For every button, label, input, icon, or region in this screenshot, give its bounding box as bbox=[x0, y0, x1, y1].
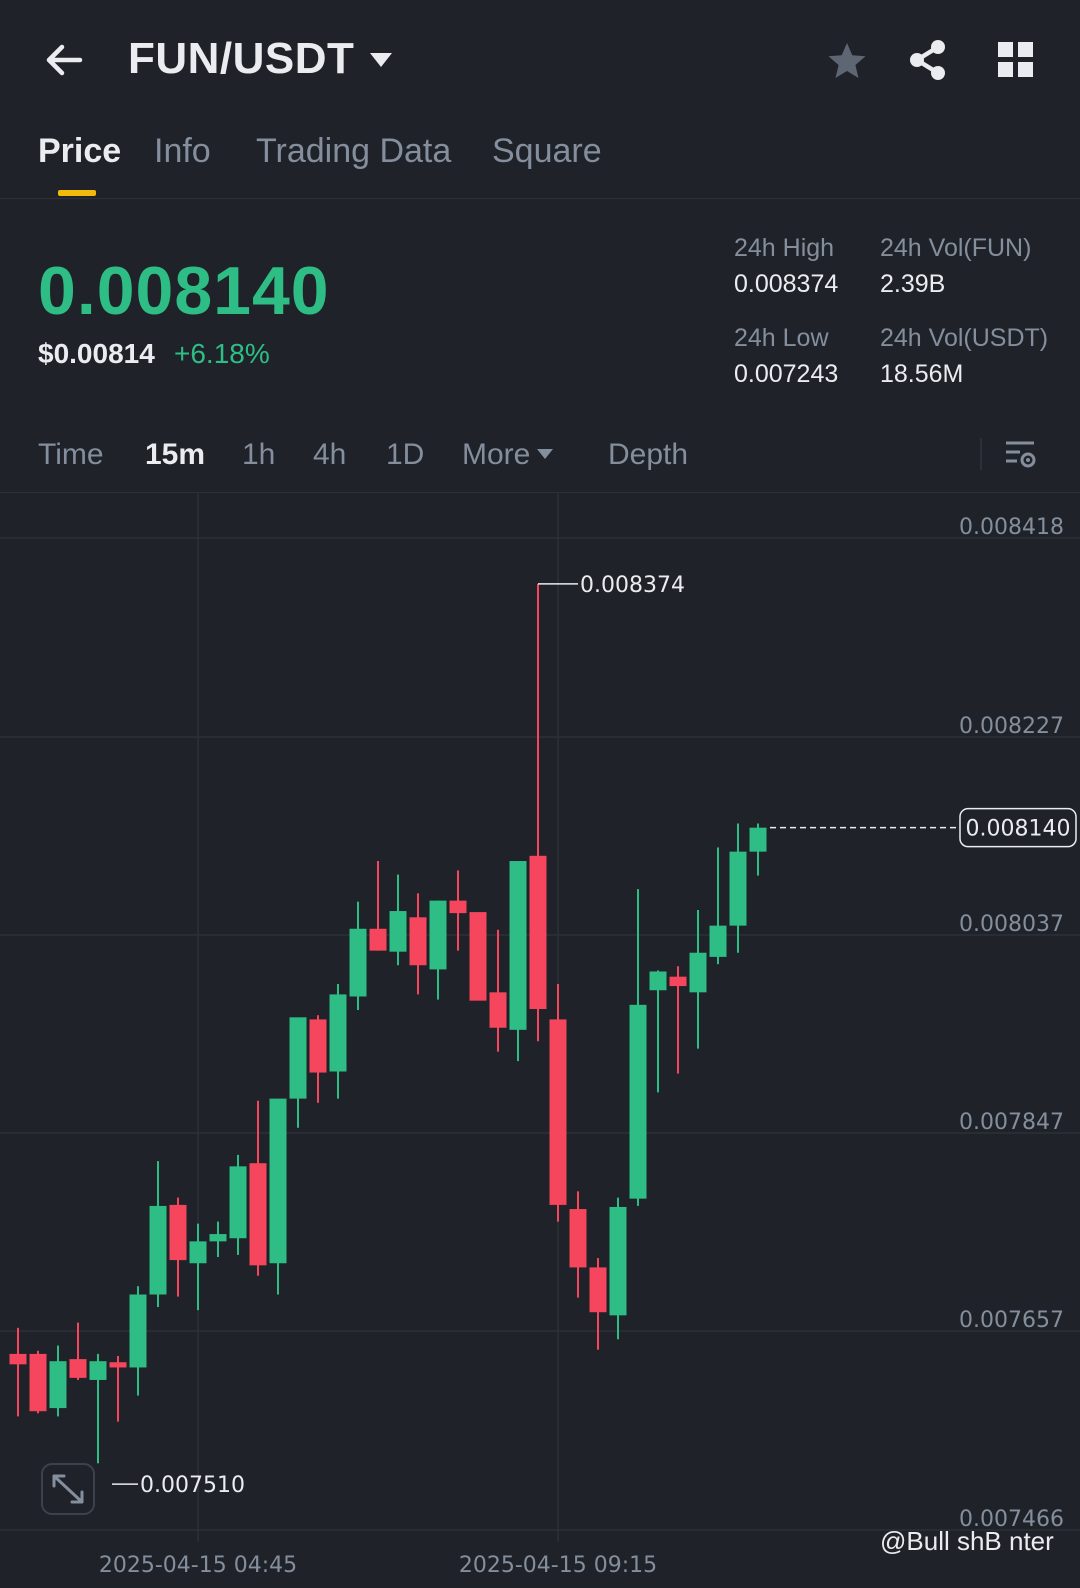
active-tab-indicator bbox=[58, 190, 96, 196]
candle-up bbox=[49, 1361, 67, 1409]
high-label: 24h High bbox=[734, 234, 835, 262]
fullscreen-icon[interactable] bbox=[41, 1463, 95, 1515]
candle-down bbox=[369, 928, 387, 951]
watermark: @Bull shB nter bbox=[880, 1526, 1054, 1556]
interval-15m[interactable]: 15m bbox=[145, 438, 205, 472]
vol-base-value: 2.39B bbox=[880, 270, 946, 298]
tab-price[interactable]: Price bbox=[38, 132, 121, 171]
share-icon[interactable] bbox=[906, 38, 950, 82]
tab-square[interactable]: Square bbox=[492, 132, 602, 171]
candle-down bbox=[529, 855, 547, 1009]
candle-down bbox=[29, 1353, 47, 1412]
usd-price: $0.00814 bbox=[38, 338, 155, 369]
tab-trading-data[interactable]: Trading Data bbox=[256, 132, 451, 171]
low-value: 0.007243 bbox=[734, 360, 839, 388]
candle-down bbox=[169, 1204, 187, 1261]
candle-up bbox=[389, 911, 407, 952]
chart-settings-icon[interactable] bbox=[1002, 436, 1038, 472]
candle-down bbox=[69, 1359, 87, 1378]
x-tick-label: 2025-04-15 09:15 bbox=[459, 1553, 657, 1578]
candle-up bbox=[289, 1017, 307, 1099]
candle-up bbox=[729, 851, 747, 926]
candle-up bbox=[129, 1294, 147, 1368]
candle-up bbox=[509, 861, 527, 1030]
star-icon[interactable] bbox=[826, 40, 868, 82]
interval-time[interactable]: Time bbox=[38, 438, 104, 472]
y-tick-label: 0.008037 bbox=[959, 912, 1064, 937]
last-price: 0.008140 bbox=[38, 253, 330, 329]
candle-up bbox=[649, 971, 667, 991]
candle-down bbox=[9, 1353, 27, 1365]
candle-down bbox=[669, 976, 687, 987]
candle-up bbox=[209, 1234, 227, 1242]
min-price-label: 0.007510 bbox=[140, 1473, 245, 1498]
candle-down bbox=[109, 1362, 127, 1368]
high-value: 0.008374 bbox=[734, 270, 839, 298]
candle-down bbox=[309, 1019, 327, 1073]
candle-up bbox=[689, 952, 707, 993]
candle-up bbox=[89, 1361, 107, 1380]
interval-divider bbox=[980, 438, 982, 470]
current-price-label: 0.008140 bbox=[966, 817, 1071, 842]
candle-down bbox=[249, 1163, 267, 1266]
candle-up bbox=[329, 994, 347, 1072]
interval-depth[interactable]: Depth bbox=[608, 438, 688, 472]
candle-up bbox=[229, 1166, 247, 1239]
interval-more[interactable]: More bbox=[462, 438, 530, 472]
candle-down bbox=[469, 912, 487, 1001]
low-label: 24h Low bbox=[734, 324, 829, 352]
candle-up bbox=[429, 900, 447, 970]
y-tick-label: 0.008418 bbox=[959, 515, 1064, 540]
header: FUN/USDT bbox=[0, 0, 1080, 120]
more-caret-icon[interactable] bbox=[536, 448, 554, 460]
candlestick-chart[interactable]: 0.008418 0.008227 0.008037 0.007847 0.007657… bbox=[0, 492, 1080, 1588]
candle-up bbox=[609, 1206, 627, 1316]
vol-quote-value: 18.56M bbox=[880, 360, 964, 388]
grid-icon[interactable] bbox=[996, 40, 1036, 80]
candle-up bbox=[749, 827, 767, 852]
max-price-label: 0.008374 bbox=[580, 573, 685, 598]
candle-down bbox=[549, 1019, 567, 1205]
candle-up bbox=[709, 925, 727, 957]
candle-up bbox=[189, 1241, 207, 1264]
tab-info[interactable]: Info bbox=[154, 132, 211, 171]
vol-quote-label: 24h Vol(USDT) bbox=[880, 324, 1049, 352]
candle-down bbox=[449, 900, 467, 914]
candle-up bbox=[349, 928, 367, 997]
candle-up bbox=[629, 1004, 647, 1199]
candle-down bbox=[409, 917, 427, 966]
candle-down bbox=[569, 1209, 587, 1268]
vol-base-label: 24h Vol(FUN) bbox=[880, 234, 1032, 262]
candle-up bbox=[269, 1098, 287, 1264]
candle-down bbox=[589, 1267, 607, 1313]
candle-up bbox=[149, 1205, 167, 1295]
price-change-percent: +6.18% bbox=[174, 338, 270, 369]
candle-down bbox=[489, 992, 507, 1028]
y-tick-label: 0.007847 bbox=[959, 1110, 1064, 1135]
caret-down-icon[interactable] bbox=[368, 50, 394, 70]
y-tick-label: 0.007657 bbox=[959, 1308, 1064, 1333]
interval-1h[interactable]: 1h bbox=[242, 438, 275, 472]
y-tick-label: 0.008227 bbox=[959, 714, 1064, 739]
pair-title[interactable]: FUN/USDT bbox=[128, 34, 354, 84]
interval-1d[interactable]: 1D bbox=[386, 438, 424, 472]
back-arrow-icon[interactable] bbox=[40, 36, 88, 84]
divider bbox=[0, 198, 1080, 199]
interval-4h[interactable]: 4h bbox=[313, 438, 346, 472]
x-tick-label: 2025-04-15 04:45 bbox=[99, 1553, 297, 1578]
